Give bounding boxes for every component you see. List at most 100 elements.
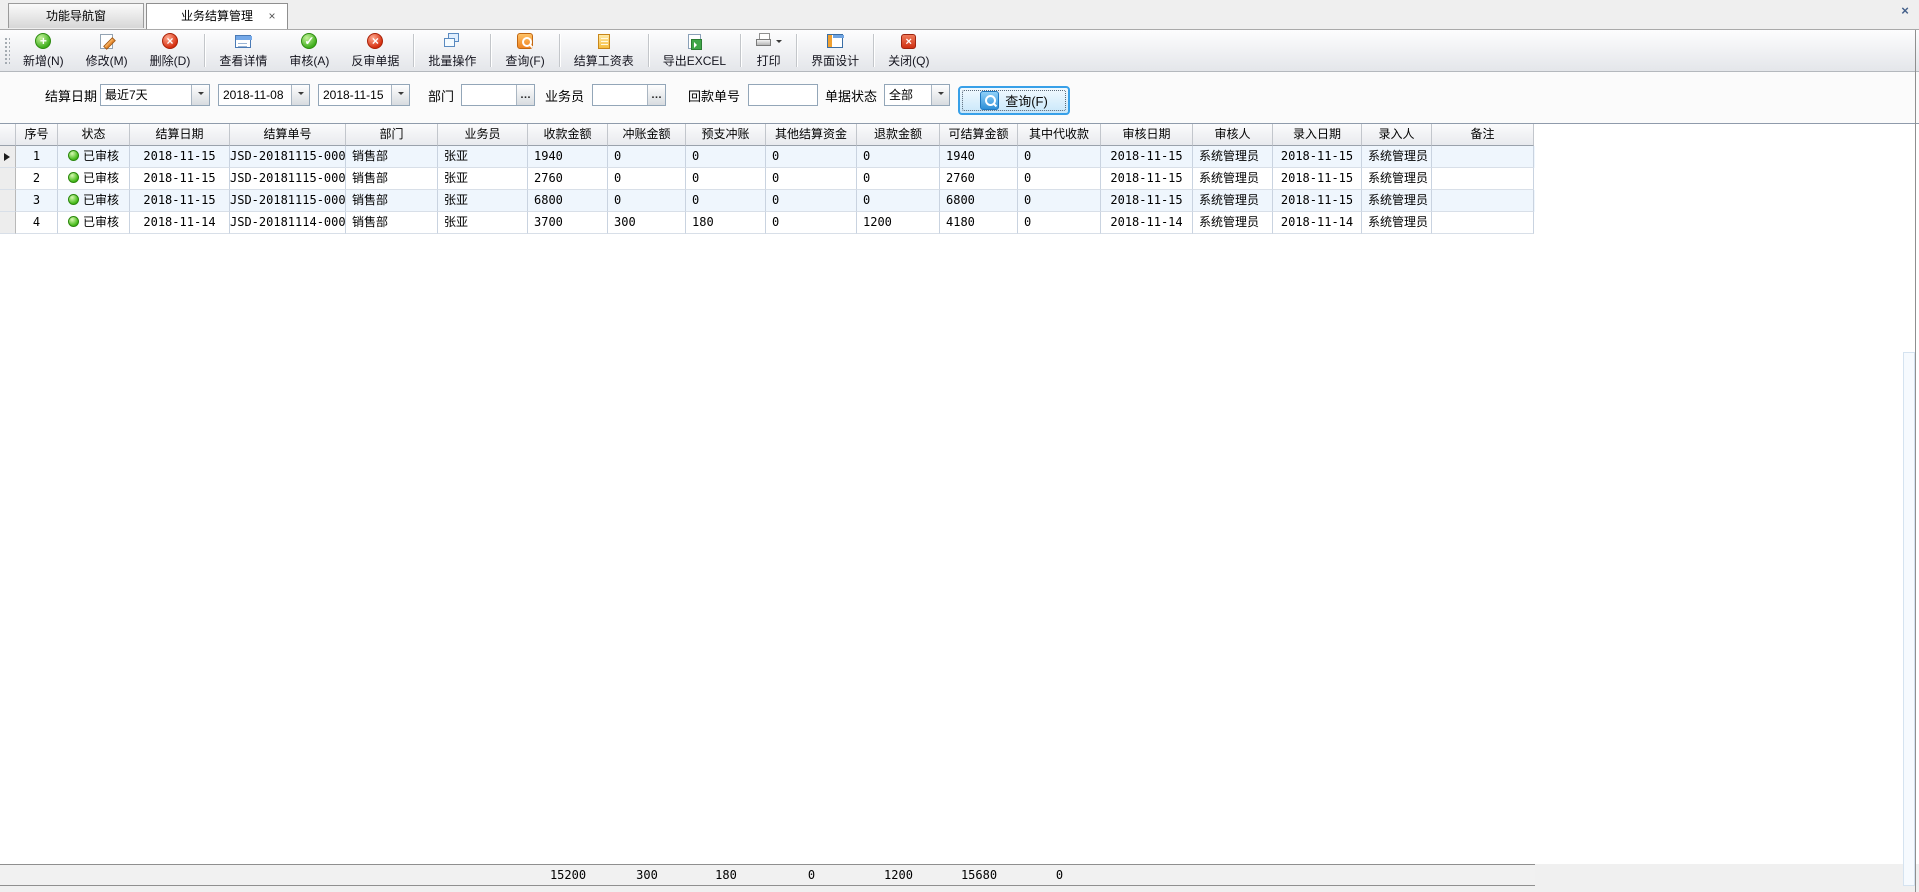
column-header-audit_date[interactable]: 审核日期 bbox=[1101, 124, 1193, 146]
ellipsis-lookup-icon[interactable]: … bbox=[516, 85, 534, 105]
toolbar-button-search[interactable]: 查询(F) bbox=[494, 30, 555, 71]
tab-close-icon[interactable]: × bbox=[266, 10, 278, 22]
chevron-down-icon[interactable] bbox=[776, 40, 782, 46]
row-indicator-cell bbox=[0, 168, 16, 190]
status-approved-icon bbox=[68, 216, 79, 227]
status-text: 已审核 bbox=[83, 193, 119, 207]
cell-amount: 6800 bbox=[528, 190, 608, 212]
receipt-no-input[interactable] bbox=[748, 84, 818, 106]
dept-lookup-field[interactable]: … bbox=[461, 84, 535, 106]
cell-dept: 销售部 bbox=[346, 146, 438, 168]
cell-advance: 180 bbox=[686, 212, 766, 234]
column-header-auditor[interactable]: 审核人 bbox=[1193, 124, 1273, 146]
summary-settleable: 15680 bbox=[940, 865, 1018, 885]
toolbar-grip-handle[interactable] bbox=[3, 36, 10, 65]
grid-rows: 1已审核2018-11-15JSD-20181115-0004销售部张亚1940… bbox=[0, 146, 1535, 234]
toolbar-button-delete[interactable]: ×删除(D) bbox=[139, 30, 202, 71]
summary-date bbox=[130, 865, 230, 885]
table-row[interactable]: 2已审核2018-11-15JSD-20181115-0003销售部张亚2760… bbox=[0, 168, 1535, 190]
toolbar-button-close[interactable]: ×关闭(Q) bbox=[877, 30, 940, 71]
date-to-value: 2018-11-15 bbox=[319, 85, 391, 105]
toolbar-button-unapprove[interactable]: ×反审单据 bbox=[340, 30, 410, 71]
toolbar-button-payroll[interactable]: 结算工资表 bbox=[563, 30, 645, 71]
toolbar-button-label: 反审单据 bbox=[351, 52, 399, 69]
column-header-no[interactable]: 结算单号 bbox=[230, 124, 346, 146]
status-text: 已审核 bbox=[83, 215, 119, 229]
toolbar-button-approve[interactable]: ✓审核(A) bbox=[278, 30, 340, 71]
toolbar-button-print[interactable]: 打印 bbox=[744, 30, 793, 71]
toolbar-separator bbox=[873, 34, 874, 67]
cell-amount: 2760 bbox=[528, 168, 608, 190]
column-header-salesman[interactable]: 业务员 bbox=[438, 124, 528, 146]
cell-amount: 1940 bbox=[528, 146, 608, 168]
cell-remark bbox=[1432, 190, 1534, 212]
ellipsis-lookup-icon[interactable]: … bbox=[647, 85, 665, 105]
column-header-entry_by[interactable]: 录入人 bbox=[1362, 124, 1432, 146]
status-text: 已审核 bbox=[83, 171, 119, 185]
chevron-down-icon[interactable] bbox=[391, 85, 409, 105]
column-header-advance[interactable]: 预支冲账 bbox=[686, 124, 766, 146]
focus-rect bbox=[962, 90, 1066, 111]
chevron-down-icon[interactable] bbox=[931, 85, 949, 105]
summary-row: 1520030018001200156800 bbox=[0, 864, 1535, 886]
date-range-value: 最近7天 bbox=[101, 85, 191, 105]
date-from-picker[interactable]: 2018-11-08 bbox=[218, 84, 310, 106]
date-range-select[interactable]: 最近7天 bbox=[100, 84, 210, 106]
column-header-status[interactable]: 状态 bbox=[58, 124, 130, 146]
vertical-scrollbar[interactable] bbox=[1903, 352, 1915, 886]
toolbar-button-add[interactable]: +新增(N) bbox=[12, 30, 75, 71]
cell-salesman: 张亚 bbox=[438, 190, 528, 212]
toolbar-button-excel[interactable]: 导出EXCEL bbox=[652, 30, 737, 71]
column-header-settleable[interactable]: 可结算金额 bbox=[940, 124, 1018, 146]
cell-entry_date: 2018-11-15 bbox=[1273, 190, 1362, 212]
cell-entry_date: 2018-11-14 bbox=[1273, 212, 1362, 234]
table-row[interactable]: 3已审核2018-11-15JSD-20181115-0002销售部张亚6800… bbox=[0, 190, 1535, 212]
window-right-border bbox=[1915, 30, 1916, 892]
date-to-picker[interactable]: 2018-11-15 bbox=[318, 84, 410, 106]
cell-entry_date: 2018-11-15 bbox=[1273, 168, 1362, 190]
column-header-collection[interactable]: 其中代收款 bbox=[1018, 124, 1101, 146]
column-header-date[interactable]: 结算日期 bbox=[130, 124, 230, 146]
add-icon: + bbox=[35, 33, 51, 49]
summary-remark bbox=[1432, 865, 1534, 885]
salesman-lookup-field[interactable]: … bbox=[592, 84, 666, 106]
salesman-value bbox=[593, 85, 647, 105]
column-header-amount[interactable]: 收款金额 bbox=[528, 124, 608, 146]
toolbar-button-label: 导出EXCEL bbox=[663, 52, 726, 69]
table-row[interactable]: 1已审核2018-11-15JSD-20181115-0004销售部张亚1940… bbox=[0, 146, 1535, 168]
summary-entry_by bbox=[1362, 865, 1432, 885]
column-header-other[interactable]: 其他结算资金 bbox=[766, 124, 857, 146]
table-row[interactable]: 4已审核2018-11-14JSD-20181114-0001销售部张亚3700… bbox=[0, 212, 1535, 234]
toolbar-button-batch[interactable]: 批量操作 bbox=[417, 30, 487, 71]
toolbar-button-edit[interactable]: 修改(M) bbox=[75, 30, 139, 71]
close-icon: × bbox=[901, 34, 916, 49]
column-header-refund[interactable]: 退款金额 bbox=[857, 124, 940, 146]
doc-status-select[interactable]: 全部 bbox=[884, 84, 950, 106]
cell-seq: 2 bbox=[16, 168, 58, 190]
grid-work-area: 序号状态结算日期结算单号部门业务员收款金额冲账金额预支冲账其他结算资金退款金额可… bbox=[0, 123, 1919, 864]
cell-status: 已审核 bbox=[58, 190, 130, 212]
toolbar-separator bbox=[796, 34, 797, 67]
cell-entry_by: 系统管理员 bbox=[1362, 212, 1432, 234]
window-close-icon[interactable]: × bbox=[1898, 4, 1912, 18]
summary-offset: 300 bbox=[608, 865, 686, 885]
approve-icon: ✓ bbox=[301, 33, 317, 49]
cell-auditor: 系统管理员 bbox=[1193, 168, 1273, 190]
column-header-offset[interactable]: 冲账金额 bbox=[608, 124, 686, 146]
column-header-entry_date[interactable]: 录入日期 bbox=[1273, 124, 1362, 146]
cell-refund: 1200 bbox=[857, 212, 940, 234]
column-header-dept[interactable]: 部门 bbox=[346, 124, 438, 146]
tab-bar: 功能导航窗 业务结算管理 × × bbox=[0, 0, 1919, 29]
query-button[interactable]: 查询(F) bbox=[958, 86, 1070, 115]
tab-business-settlement[interactable]: 业务结算管理 × bbox=[146, 3, 288, 29]
cell-offset: 300 bbox=[608, 212, 686, 234]
column-header-remark[interactable]: 备注 bbox=[1432, 124, 1534, 146]
chevron-down-icon[interactable] bbox=[191, 85, 209, 105]
column-header-seq[interactable]: 序号 bbox=[16, 124, 58, 146]
summary-advance: 180 bbox=[686, 865, 766, 885]
toolbar-button-details[interactable]: 查看详情 bbox=[208, 30, 278, 71]
tab-function-nav[interactable]: 功能导航窗 bbox=[8, 3, 144, 28]
chevron-down-icon[interactable] bbox=[291, 85, 309, 105]
app-window: 功能导航窗 业务结算管理 × × +新增(N)修改(M)×删除(D)查看详情✓审… bbox=[0, 0, 1919, 892]
toolbar-button-design[interactable]: 界面设计 bbox=[800, 30, 870, 71]
